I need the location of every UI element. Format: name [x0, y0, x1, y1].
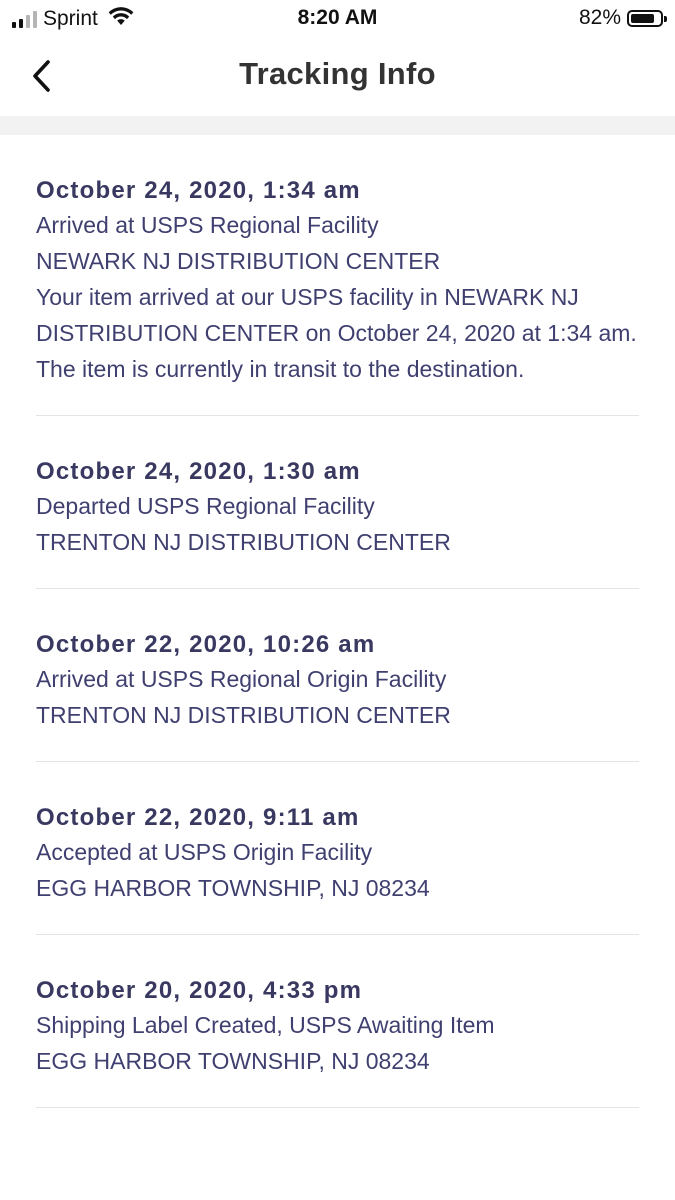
- status-bar: Sprint 8:20 AM 82%: [0, 0, 675, 36]
- tracking-event: October 20, 2020, 4:33 pm Shipping Label …: [36, 935, 639, 1108]
- page-title: Tracking Info: [239, 56, 436, 91]
- event-location: NEWARK NJ DISTRIBUTION CENTER: [36, 248, 441, 274]
- battery-level-fill: [631, 13, 654, 23]
- event-date: October 22, 2020, 10:26 am: [36, 631, 376, 658]
- tracking-event: October 22, 2020, 10:26 am Arrived at USP…: [36, 589, 639, 762]
- event-status: Departed USPS Regional Facility: [36, 493, 375, 519]
- event-status: Accepted at USPS Origin Facility: [36, 839, 373, 865]
- event-date: October 20, 2020, 4:33 pm: [36, 977, 363, 1004]
- tracking-event-list: October 24, 2020, 1:34 am Arrived at USPS…: [36, 135, 639, 1108]
- tracking-event: October 24, 2020, 1:34 am Arrived at USPS…: [36, 135, 639, 416]
- event-date: October 24, 2020, 1:30 am: [36, 458, 361, 485]
- tracking-event: October 22, 2020, 9:11 am Accepted at USP…: [36, 762, 639, 935]
- event-description: Your item arrived at our USPS facility i…: [36, 284, 637, 382]
- event-location: TRENTON NJ DISTRIBUTION CENTER: [36, 702, 451, 728]
- status-right: 82%: [578, 6, 667, 30]
- event-location: TRENTON NJ DISTRIBUTION CENTER: [36, 529, 451, 555]
- navigation-bar: Tracking Info: [0, 36, 675, 116]
- tracking-event: October 24, 2020, 1:30 am Departed USPS R…: [36, 416, 639, 589]
- event-status: Shipping Label Created, USPS Awaiting It…: [36, 1012, 495, 1038]
- tracking-screen: Sprint 8:20 AM 82% Tracking Info October…: [0, 0, 675, 1200]
- header-divider: [0, 116, 675, 135]
- event-location: EGG HARBOR TOWNSHIP, NJ 08234: [36, 1048, 430, 1074]
- status-time: 8:20 AM: [297, 6, 378, 29]
- battery-percent: 82%: [578, 6, 621, 29]
- event-date: October 22, 2020, 9:11 am: [36, 804, 360, 831]
- event-date: October 24, 2020, 1:34 am: [36, 177, 361, 204]
- battery-icon: [627, 9, 667, 27]
- event-status: Arrived at USPS Regional Facility: [36, 212, 379, 238]
- event-location: EGG HARBOR TOWNSHIP, NJ 08234: [36, 875, 430, 901]
- event-status: Arrived at USPS Regional Origin Facility: [36, 666, 447, 692]
- battery-cap: [664, 15, 667, 22]
